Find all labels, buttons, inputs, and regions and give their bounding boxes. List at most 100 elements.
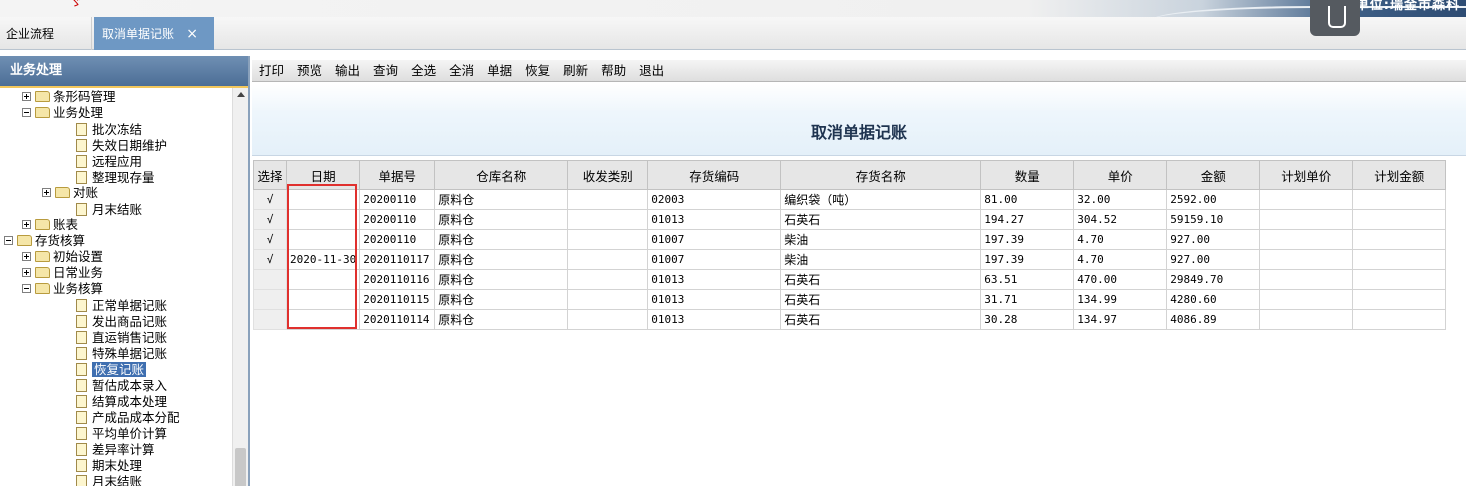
- tree-item[interactable]: 恢复记账: [76, 361, 147, 377]
- expand-icon[interactable]: [22, 252, 31, 261]
- tree-item[interactable]: 差异率计算: [76, 441, 155, 457]
- select-cell[interactable]: [253, 269, 287, 290]
- table-cell: 2020110115: [359, 289, 436, 310]
- tab-enterprise-flow[interactable]: 企业流程: [0, 17, 92, 50]
- column-header[interactable]: 数量: [980, 160, 1075, 190]
- tree-item[interactable]: 月末结账: [76, 473, 142, 486]
- column-header[interactable]: 单据号: [359, 160, 436, 190]
- document-icon: [76, 363, 87, 376]
- select-cell[interactable]: √: [253, 249, 287, 270]
- tab-cancel-posting[interactable]: 取消单据记账 ×: [94, 17, 214, 50]
- document-icon: [76, 347, 87, 360]
- toolbar-button[interactable]: 打印: [252, 60, 290, 82]
- expand-icon[interactable]: [22, 220, 31, 229]
- column-header[interactable]: 计划金额: [1352, 160, 1447, 190]
- scroll-up-icon[interactable]: [237, 92, 245, 97]
- select-cell[interactable]: √: [253, 229, 287, 250]
- table-cell: 63.51: [980, 269, 1075, 290]
- column-header[interactable]: 收发类别: [567, 160, 649, 190]
- tree-item[interactable]: 业务核算: [22, 281, 103, 297]
- document-icon: [76, 395, 87, 408]
- toolbar-button[interactable]: 查询: [366, 60, 404, 82]
- tree-item[interactable]: 业务处理: [22, 105, 103, 121]
- column-header[interactable]: 日期: [285, 160, 361, 190]
- select-cell[interactable]: √: [253, 209, 287, 230]
- tree-item[interactable]: 对账: [42, 185, 98, 201]
- column-header[interactable]: 存货编码: [647, 160, 782, 190]
- tree-item[interactable]: 批次冻结: [76, 121, 142, 137]
- table-row[interactable]: 2020110116 原料仓 01013 石英石 63.51 470.00 29849.70: [253, 269, 1447, 290]
- close-icon[interactable]: ×: [186, 17, 198, 51]
- toolbar-button[interactable]: 预览: [290, 60, 328, 82]
- document-icon: [76, 443, 87, 456]
- tree-item[interactable]: 账表: [22, 217, 78, 233]
- tree-item[interactable]: 整理现存量: [76, 169, 155, 185]
- toolbar-button[interactable]: 输出: [328, 60, 366, 82]
- table-row[interactable]: 2020110114 原料仓 01013 石英石 30.28 134.97 4086.89: [253, 309, 1447, 330]
- tree-item[interactable]: 远程应用: [76, 153, 142, 169]
- table-cell: 01007: [647, 229, 782, 250]
- tree-item-label: 批次冻结: [92, 122, 143, 137]
- toolbar-button[interactable]: 全消: [442, 60, 480, 82]
- collapse-icon[interactable]: [22, 108, 31, 117]
- table-cell: 原料仓: [434, 289, 569, 310]
- select-cell[interactable]: [253, 289, 287, 310]
- tree-item-label: 存货核算: [35, 233, 86, 248]
- tree-item-label: 发出商品记账: [92, 314, 168, 329]
- collapse-icon[interactable]: [4, 236, 13, 245]
- tree-item[interactable]: 直运销售记账: [76, 329, 167, 345]
- tree-item[interactable]: 发出商品记账: [76, 313, 167, 329]
- tree-item[interactable]: 存货核算: [4, 233, 85, 249]
- tree-item[interactable]: 日常业务: [22, 265, 103, 281]
- table-cell: 59159.10: [1166, 209, 1261, 230]
- expand-icon[interactable]: [22, 268, 31, 277]
- toolbar-button[interactable]: 帮助: [594, 60, 632, 82]
- scroll-thumb[interactable]: [235, 448, 246, 486]
- toolbar-button[interactable]: 单据: [480, 60, 518, 82]
- tree-item[interactable]: 暂估成本录入: [76, 377, 167, 393]
- table-row[interactable]: √ 2020-11-30 2020110117 原料仓 01007 柴油 197.39 4.7…: [253, 249, 1447, 270]
- toolbar-button[interactable]: 恢复: [518, 60, 556, 82]
- table-row[interactable]: √ 20200110 原料仓 01013 石英石 194.27 304.52 59159.10: [253, 209, 1447, 230]
- tree-item[interactable]: 月末结账: [76, 201, 142, 217]
- column-header[interactable]: 存货名称: [780, 160, 982, 190]
- toolbar-button[interactable]: 全选: [404, 60, 442, 82]
- expand-icon[interactable]: [22, 92, 31, 101]
- table-cell: 197.39: [980, 229, 1075, 250]
- column-header[interactable]: 金额: [1166, 160, 1261, 190]
- table-cell: 01007: [647, 249, 782, 270]
- tree-item[interactable]: 期末处理: [76, 457, 142, 473]
- tree-item[interactable]: 产成品成本分配: [76, 409, 180, 425]
- table-row[interactable]: √ 20200110 原料仓 01007 柴油 197.39 4.70 927.00: [253, 229, 1447, 250]
- table-cell: 470.00: [1073, 269, 1168, 290]
- page-title: 取消单据记账: [810, 123, 907, 142]
- records-table: 选择 日期 单据号 仓库名称 收发类别 存货编码 存货名称 数量 单价 金额 计划单价 计划金额 √ 2…: [253, 160, 1447, 330]
- tree-item[interactable]: 特殊单据记账: [76, 345, 167, 361]
- tree-item[interactable]: 正常单据记账: [76, 297, 167, 313]
- table-header-row: 选择 日期 单据号 仓库名称 收发类别 存货编码 存货名称 数量 单价 金额 计划单价 计划金额: [253, 160, 1447, 190]
- tree-item[interactable]: 条形码管理: [22, 89, 116, 105]
- table-cell: 01013: [647, 269, 782, 290]
- collapse-icon[interactable]: [22, 284, 31, 293]
- usb-icon[interactable]: [1310, 0, 1360, 36]
- tree-item[interactable]: 平均单价计算: [76, 425, 167, 441]
- folder-icon: [35, 251, 50, 262]
- tree-item[interactable]: 结算成本处理: [76, 393, 167, 409]
- folder-icon: [35, 283, 50, 294]
- table-cell: 30.28: [980, 309, 1075, 330]
- table-row[interactable]: 2020110115 原料仓 01013 石英石 31.71 134.99 4280.60: [253, 289, 1447, 310]
- tree-item[interactable]: 失效日期维护: [76, 137, 167, 153]
- toolbar-button[interactable]: 刷新: [556, 60, 594, 82]
- column-header[interactable]: 单价: [1073, 160, 1168, 190]
- select-cell[interactable]: [253, 309, 287, 330]
- column-header[interactable]: 仓库名称: [434, 160, 569, 190]
- table-row[interactable]: √ 20200110 原料仓 02003 编织袋（吨） 81.00 32.00 2592.00: [253, 189, 1447, 210]
- table-cell: 原料仓: [434, 249, 569, 270]
- column-header[interactable]: 选择: [253, 160, 287, 190]
- expand-icon[interactable]: [42, 188, 51, 197]
- sidebar-scrollbar[interactable]: [232, 88, 248, 486]
- toolbar-button[interactable]: 退出: [632, 60, 670, 82]
- column-header[interactable]: 计划单价: [1259, 160, 1354, 190]
- tree-item[interactable]: 初始设置: [22, 249, 103, 265]
- select-cell[interactable]: √: [253, 189, 287, 210]
